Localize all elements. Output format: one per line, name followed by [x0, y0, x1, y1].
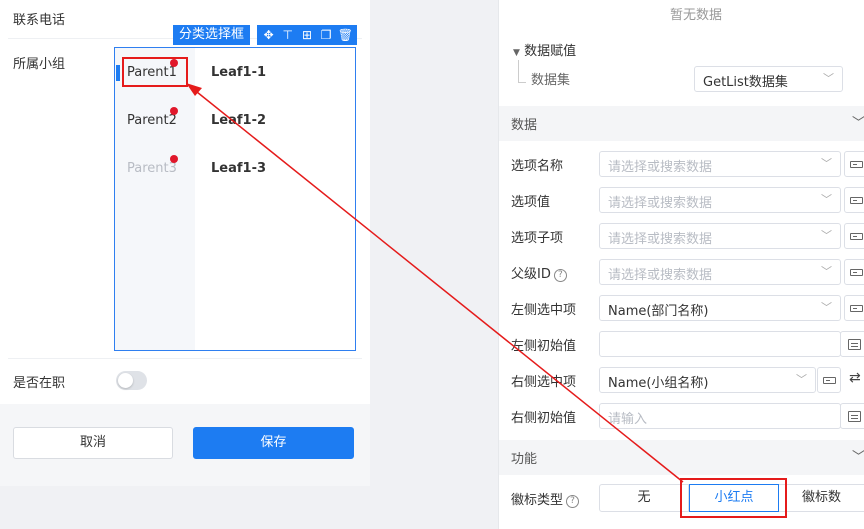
option-name-label: 选项名称: [511, 159, 564, 174]
document-icon: [848, 411, 861, 422]
function-section-header[interactable]: 功能 ﹀: [499, 440, 864, 475]
dataset-select[interactable]: GetList数据集 ﹀: [694, 66, 843, 92]
function-section-title: 功能: [511, 452, 538, 467]
left-initial-label: 左侧初始值: [511, 339, 577, 354]
parent-id-select[interactable]: 请选择或搜索数据 ﹀: [599, 259, 841, 285]
parent-id-label-wrap: 父级ID?: [511, 263, 567, 282]
copy-icon[interactable]: ❐: [318, 25, 334, 45]
bind-field-button[interactable]: [844, 187, 864, 213]
cancel-button[interactable]: 取消: [13, 427, 173, 459]
chevron-down-icon: ﹀: [851, 450, 864, 465]
data-section-header[interactable]: 数据 ﹀: [499, 106, 864, 141]
chevron-down-icon: ﹀: [821, 157, 832, 170]
tree-line: [518, 82, 526, 83]
chevron-down-icon: ﹀: [821, 193, 832, 206]
option-name-select[interactable]: 请选择或搜索数据 ﹀: [599, 151, 841, 177]
move-icon[interactable]: ✥: [261, 25, 277, 45]
cascader-leaf-3[interactable]: Leaf1-3: [211, 161, 266, 176]
bind-field-button[interactable]: [817, 367, 841, 393]
component-tag[interactable]: 分类选择框: [173, 25, 251, 45]
bind-field-button[interactable]: [844, 151, 864, 177]
right-initial-label: 右侧初始值: [511, 411, 577, 426]
tree-line: [518, 60, 519, 82]
help-icon[interactable]: ?: [566, 495, 580, 508]
component-toolbar: ✥ ⊤ ⊞ ❐ 🗑: [257, 25, 357, 45]
caret-down-icon: ▼: [513, 48, 520, 58]
align-top-icon[interactable]: ⊤: [280, 25, 296, 45]
parent-id-label: 父级ID: [511, 267, 551, 282]
option-value-placeholder: 请选择或搜索数据: [608, 196, 713, 211]
badge-option-none[interactable]: 无: [599, 484, 689, 512]
chevron-down-icon: ﹀: [823, 72, 834, 85]
badge-type-label-wrap: 徽标类型?: [511, 489, 580, 508]
bind-field-button[interactable]: [844, 259, 864, 285]
option-child-select[interactable]: 请选择或搜索数据 ﹀: [599, 223, 841, 249]
right-selected-value: Name(小组名称): [608, 376, 709, 391]
save-button[interactable]: 保存: [193, 427, 354, 459]
badge-dot: [170, 107, 178, 115]
option-value-select[interactable]: 请选择或搜索数据 ﹀: [599, 187, 841, 213]
chevron-down-icon: ﹀: [821, 301, 832, 314]
switch-knob: [118, 373, 133, 388]
data-section-title: 数据: [511, 118, 538, 133]
table-icon[interactable]: ⊞: [299, 25, 315, 45]
field-icon: [850, 197, 863, 204]
swap-icon[interactable]: ⇄: [849, 370, 861, 386]
right-initial-input[interactable]: 请输入: [599, 403, 841, 429]
dataset-value: GetList数据集: [703, 75, 788, 90]
badge-dot: [170, 155, 178, 163]
field-icon: [850, 269, 863, 276]
option-child-placeholder: 请选择或搜索数据: [608, 232, 713, 247]
employed-switch[interactable]: [116, 371, 147, 390]
field-icon: [850, 161, 863, 168]
cascader-parent-column: Parent1 Parent2 Parent3: [115, 48, 195, 350]
cascader-parent-3: Parent3: [127, 161, 177, 176]
badge-type-label: 徽标类型: [511, 493, 564, 508]
phone-label: 联系电话: [13, 13, 66, 28]
right-initial-placeholder: 请输入: [608, 412, 648, 427]
cascader-leaf-2[interactable]: Leaf1-2: [211, 113, 266, 128]
cascader-leaf-1[interactable]: Leaf1-1: [211, 65, 266, 80]
field-icon: [823, 377, 836, 384]
divider: [8, 358, 362, 359]
right-selected-label: 右侧选中项: [511, 375, 577, 390]
left-selected-label: 左侧选中项: [511, 303, 577, 318]
chevron-down-icon: ﹀: [821, 229, 832, 242]
chevron-down-icon: ﹀: [821, 265, 832, 278]
field-icon: [850, 305, 863, 312]
property-panel: 暂无数据 ▼ 数据赋值 数据集 GetList数据集 ﹀ 数据 ﹀ 选项名称 请…: [498, 0, 864, 529]
bind-field-button[interactable]: [844, 223, 864, 249]
left-selected-value: Name(部门名称): [608, 304, 709, 319]
parent-id-placeholder: 请选择或搜索数据: [608, 268, 713, 283]
chevron-down-icon: ﹀: [796, 373, 807, 386]
data-assign-header[interactable]: ▼ 数据赋值: [513, 40, 576, 59]
expression-button[interactable]: [840, 403, 864, 429]
group-label: 所属小组: [13, 57, 66, 72]
cascader-parent-2[interactable]: Parent2: [127, 113, 177, 128]
no-data-text: 暂无数据: [670, 8, 723, 23]
right-selected-select[interactable]: Name(小组名称) ﹀: [599, 367, 816, 393]
bind-field-button[interactable]: [844, 295, 864, 321]
option-name-placeholder: 请选择或搜索数据: [608, 160, 713, 175]
employed-label: 是否在职: [13, 376, 66, 391]
delete-icon[interactable]: 🗑: [337, 25, 353, 45]
left-selected-select[interactable]: Name(部门名称) ﹀: [599, 295, 841, 321]
badge-option-count[interactable]: 徽标数: [779, 484, 864, 512]
left-initial-input[interactable]: [599, 331, 841, 357]
option-value-label: 选项值: [511, 195, 551, 210]
dataset-label: 数据集: [531, 73, 571, 88]
help-icon[interactable]: ?: [553, 269, 567, 282]
data-assign-label: 数据赋值: [524, 44, 577, 59]
active-indicator: [116, 65, 120, 81]
form-footer: 取消 保存: [0, 404, 370, 486]
document-icon: [848, 339, 861, 350]
field-icon: [850, 233, 863, 240]
annotation-highlight-badge-option: [680, 478, 787, 518]
chevron-down-icon: ﹀: [851, 116, 864, 131]
category-cascader[interactable]: Parent1 Parent2 Parent3 Leaf1-1 Leaf1-2 …: [114, 47, 356, 351]
expression-button[interactable]: [840, 331, 864, 357]
annotation-highlight-parent: [122, 57, 188, 87]
option-child-label: 选项子项: [511, 231, 564, 246]
